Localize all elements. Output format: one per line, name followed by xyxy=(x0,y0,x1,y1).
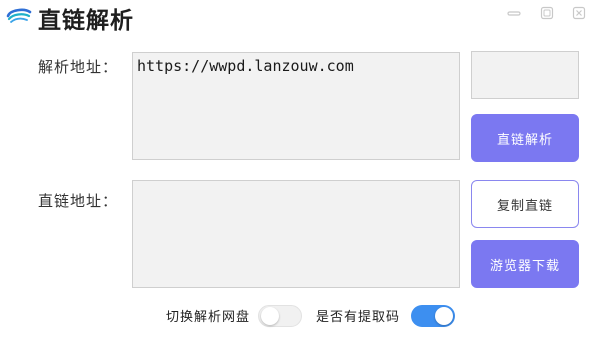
copy-link-button[interactable]: 复制直链 xyxy=(471,180,579,228)
minimize-icon[interactable] xyxy=(507,6,521,20)
toggle-knob xyxy=(435,307,453,325)
window-title: 直链解析 xyxy=(38,8,134,34)
switch-disk-label: 切换解析网盘 xyxy=(166,310,251,325)
has-code-toggle[interactable] xyxy=(411,305,455,327)
close-icon[interactable] xyxy=(572,6,586,20)
extract-code-input[interactable] xyxy=(471,51,579,99)
app-window: 直链解析 解析地址： 直链解析 直链地址： 复制直链 游览器下载 切换解析网盘 … xyxy=(0,0,600,342)
parse-link-button[interactable]: 直链解析 xyxy=(471,114,579,162)
browser-download-button[interactable]: 游览器下载 xyxy=(471,240,579,288)
toggle-knob xyxy=(261,307,279,325)
maximize-icon[interactable] xyxy=(540,6,554,20)
parse-address-input[interactable] xyxy=(132,52,460,160)
parse-address-label: 解析地址： xyxy=(38,58,119,76)
swirl-logo-icon xyxy=(6,8,32,24)
has-code-label: 是否有提取码 xyxy=(316,310,401,325)
switch-disk-toggle[interactable] xyxy=(258,305,302,327)
direct-link-label: 直链地址： xyxy=(38,192,119,210)
direct-link-output[interactable] xyxy=(132,180,460,288)
